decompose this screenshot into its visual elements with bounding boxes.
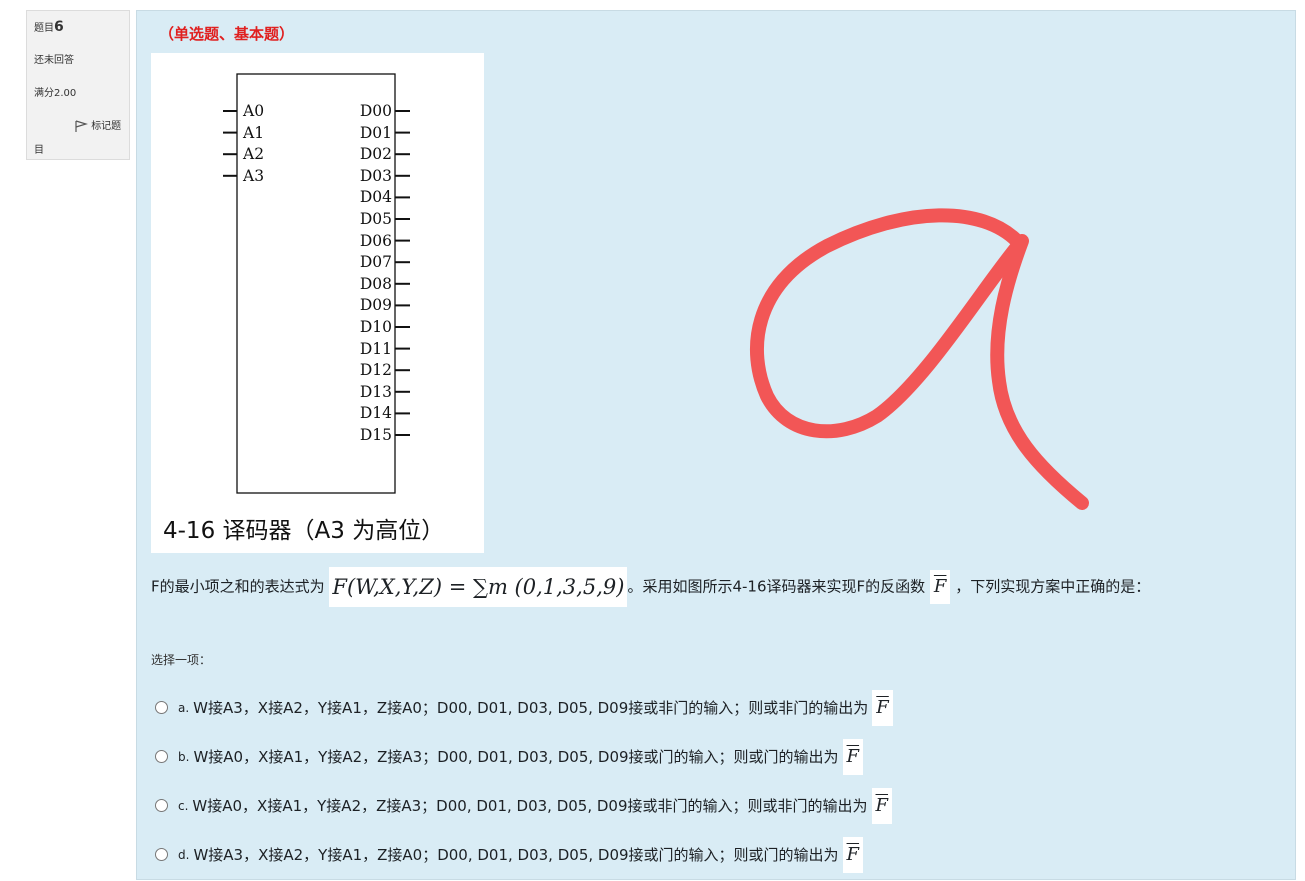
- f-complement-symbol: F: [842, 738, 864, 775]
- output-pin-label: D05: [359, 210, 392, 228]
- output-pin-label: D11: [359, 339, 392, 358]
- f-complement-symbol: F: [929, 570, 951, 604]
- option-a[interactable]: a. W接A3，X接A2，Y接A1，Z接A0；D00, D01, D03, D0…: [155, 683, 1255, 732]
- output-pin-label: D15: [359, 426, 392, 444]
- option-d-radio[interactable]: [155, 848, 168, 861]
- question-content: （单选题、基本题） A0 A1 A2 A3 D00 D01 D02 D03 D04 D05 D06 D…: [136, 10, 1296, 880]
- output-pin-label: D02: [359, 145, 392, 164]
- question-type-label: （单选题、基本题）: [159, 25, 295, 43]
- output-pin-label: D08: [359, 274, 392, 293]
- answer-options: a. W接A3，X接A2，Y接A1，Z接A0；D00, D01, D03, D0…: [155, 683, 1255, 879]
- figure-caption: 4-16 译码器（A3 为高位）: [163, 518, 445, 544]
- flag-question-link[interactable]: 标记题目: [34, 115, 129, 163]
- f-complement-symbol: F: [872, 689, 893, 726]
- question-grade: 满分2.00: [34, 88, 77, 99]
- minterm-formula: F(W,X,Y,Z) = ∑m (0,1,3,5,9): [329, 567, 628, 607]
- question-number: 题目6: [34, 19, 64, 35]
- option-a-text[interactable]: W接A3，X接A2，Y接A1，Z接A0；D00, D01, D03, D05, …: [193, 697, 868, 718]
- output-pin-label: D03: [359, 166, 392, 185]
- question-status: 还未回答: [34, 55, 74, 66]
- option-d-text[interactable]: W接A3，X接A2，Y接A1，Z接A0；D00, D01, D03, D05, …: [193, 844, 838, 865]
- output-pin-label: D13: [359, 382, 392, 401]
- input-pin-label: A3: [243, 166, 265, 185]
- output-pin-label: D07: [359, 253, 392, 272]
- decoder-diagram: [223, 73, 410, 494]
- option-c-text[interactable]: W接A0，X接A1，Y接A2，Z接A3；D00, D01, D03, D05, …: [192, 795, 867, 816]
- option-b-radio[interactable]: [155, 750, 168, 763]
- flag-icon[interactable]: [74, 119, 89, 133]
- output-pin-label: D06: [359, 231, 392, 250]
- output-pin-label: D04: [359, 188, 392, 207]
- output-pin-label: D09: [359, 296, 392, 315]
- output-pin-label: D01: [359, 123, 392, 142]
- option-b-text[interactable]: W接A0，X接A1，Y接A2，Z接A3；D00, D01, D03, D05, …: [193, 746, 838, 767]
- input-pin-label: A2: [243, 145, 265, 164]
- f-complement-symbol: F: [842, 836, 864, 873]
- output-pin-label: D00: [359, 102, 392, 120]
- option-a-radio[interactable]: [155, 701, 168, 714]
- f-complement-symbol: F: [871, 787, 893, 824]
- question-info-panel: 题目6 还未回答 满分2.00 标记题目: [26, 10, 130, 160]
- output-pin-label: D10: [359, 318, 392, 336]
- option-c[interactable]: c. W接A0，X接A1，Y接A2，Z接A3；D00, D01, D03, D0…: [155, 781, 1255, 830]
- decoder-figure: A0 A1 A2 A3 D00 D01 D02 D03 D04 D05 D06 D07 D08 D09 D1…: [151, 53, 484, 553]
- option-c-radio[interactable]: [155, 799, 168, 812]
- answer-prompt: 选择一项：: [151, 653, 212, 667]
- output-pin-label: D12: [359, 361, 392, 380]
- input-pin-label: A1: [243, 123, 265, 142]
- input-pin-label: A0: [243, 102, 265, 120]
- option-b[interactable]: b. W接A0，X接A1，Y接A2，Z接A3；D00, D01, D03, D0…: [155, 732, 1255, 781]
- output-pin-label: D14: [359, 404, 392, 423]
- question-stem: F的最小项之和的表达式为 F(W,X,Y,Z) = ∑m (0,1,3,5,9)…: [151, 567, 1281, 607]
